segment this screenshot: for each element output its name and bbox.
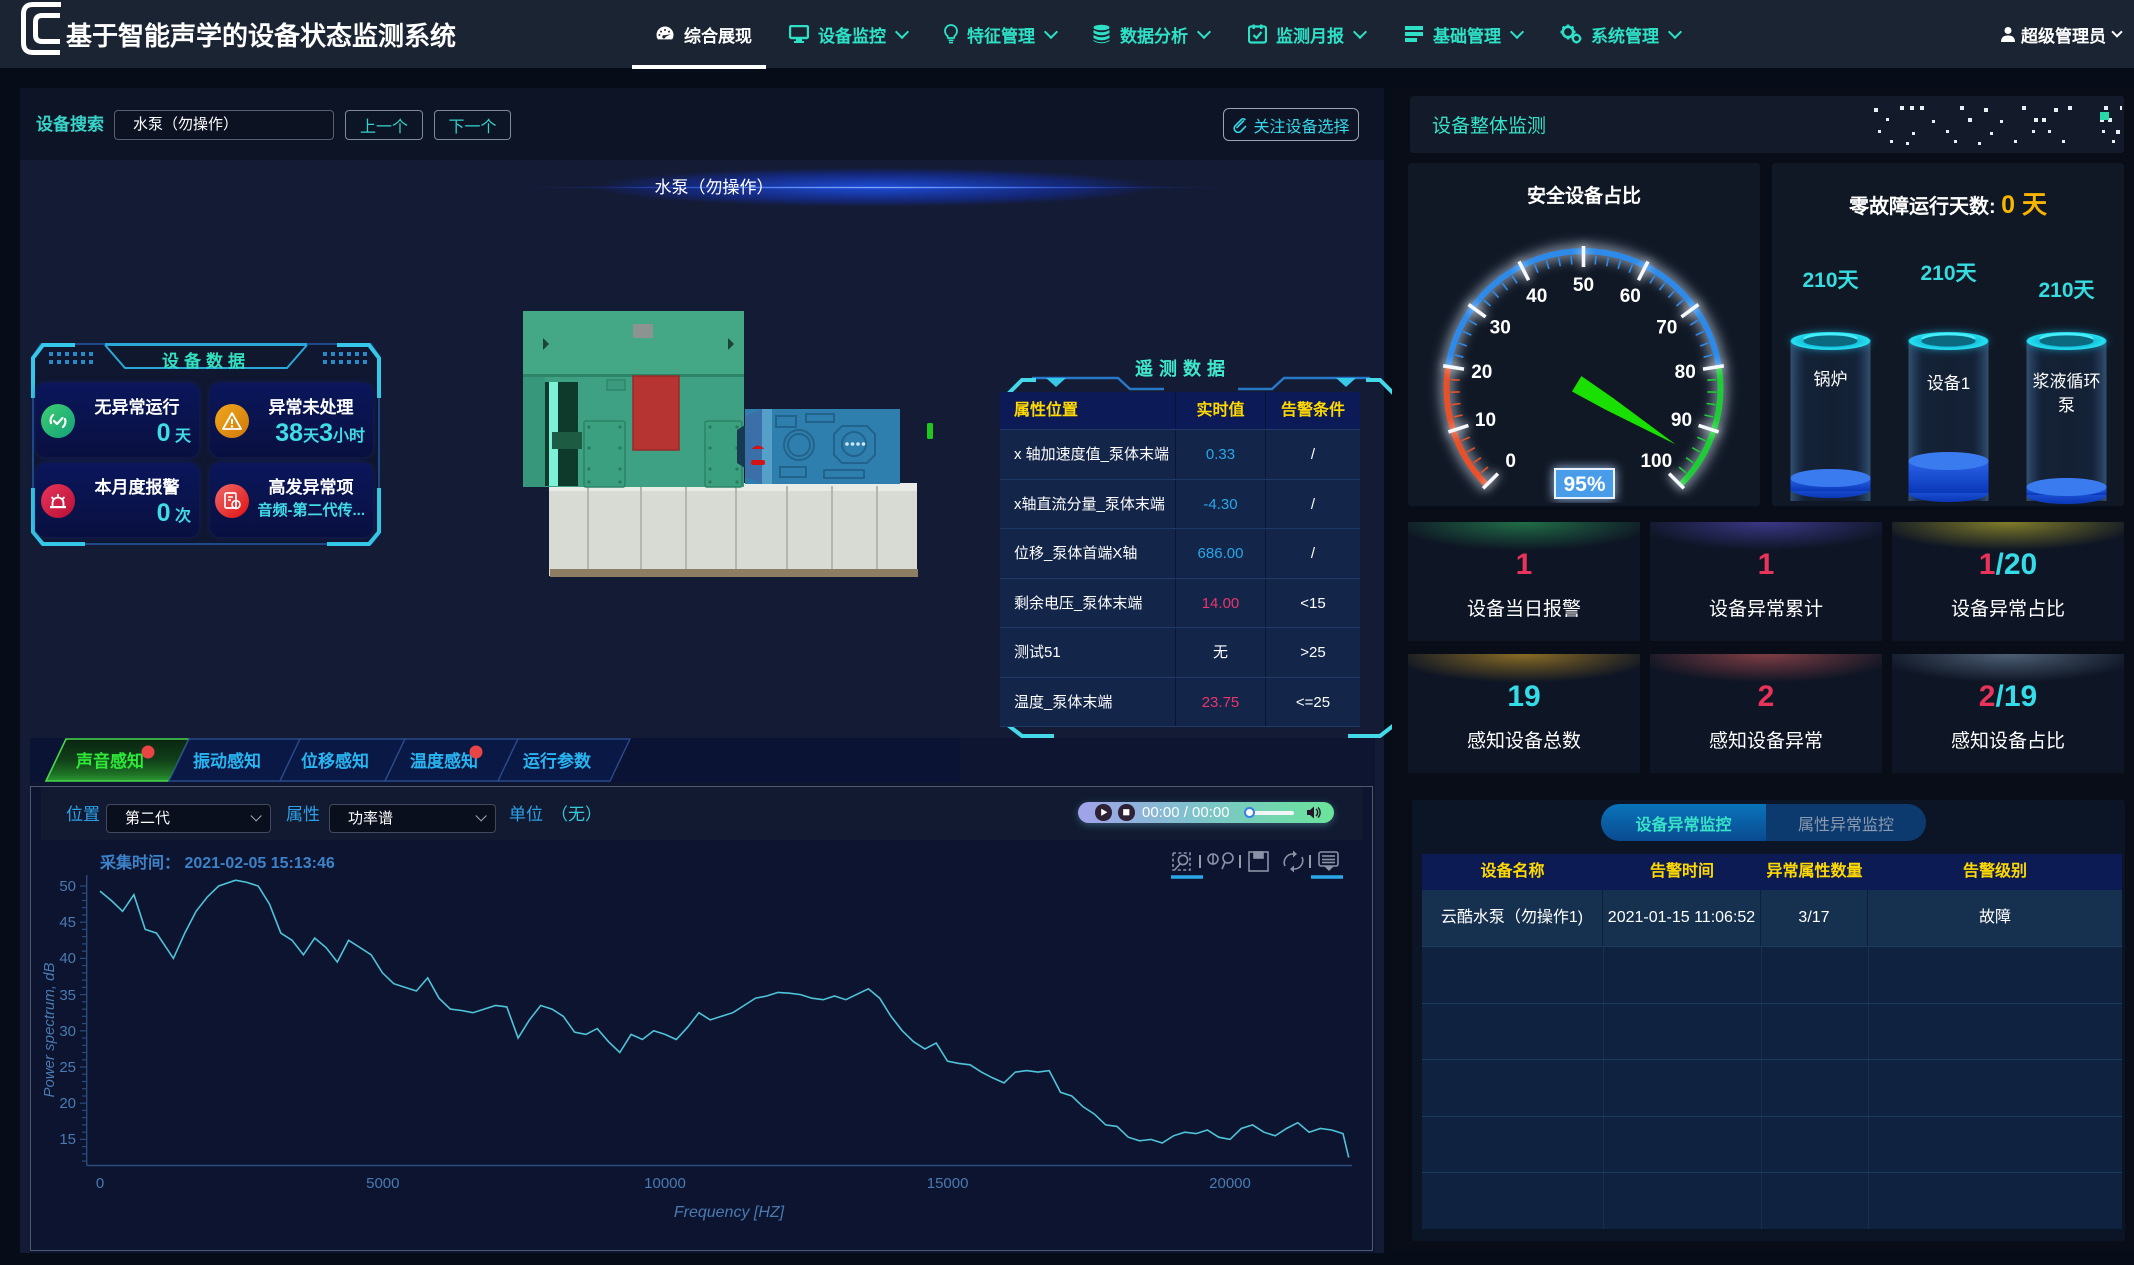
svg-text:振动感知: 振动感知 xyxy=(193,751,261,771)
svg-text:20000: 20000 xyxy=(1209,1175,1251,1192)
svg-text:10: 10 xyxy=(1475,410,1496,431)
svg-text:20: 20 xyxy=(1471,362,1492,383)
svg-text:运行参数: 运行参数 xyxy=(523,751,592,771)
svg-text:0: 0 xyxy=(96,1175,104,1192)
svg-text:温度感知: 温度感知 xyxy=(410,751,478,771)
svg-text:100: 100 xyxy=(1640,451,1672,472)
svg-text:210天: 210天 xyxy=(1802,269,1859,292)
svg-text:40: 40 xyxy=(1526,286,1547,307)
svg-text:45: 45 xyxy=(59,914,76,931)
svg-text:20: 20 xyxy=(59,1095,76,1112)
svg-text:60: 60 xyxy=(1620,286,1641,307)
svg-text:90: 90 xyxy=(1671,410,1692,431)
svg-text:35: 35 xyxy=(59,987,76,1004)
svg-text:210天: 210天 xyxy=(1920,262,1977,285)
svg-text:Power spectrum, dB: Power spectrum, dB xyxy=(41,962,58,1097)
svg-text:15: 15 xyxy=(59,1131,76,1148)
svg-text:泵: 泵 xyxy=(2058,396,2075,415)
svg-text:设备1: 设备1 xyxy=(1927,374,1970,393)
svg-text:15000: 15000 xyxy=(927,1175,969,1192)
svg-text:50: 50 xyxy=(59,878,76,895)
svg-text:声音感知: 声音感知 xyxy=(75,751,144,771)
svg-text:40: 40 xyxy=(59,950,76,967)
svg-text:30: 30 xyxy=(59,1023,76,1040)
svg-text:Frequency [HZ]: Frequency [HZ] xyxy=(674,1204,785,1221)
svg-text:70: 70 xyxy=(1656,318,1677,339)
svg-text:50: 50 xyxy=(1573,275,1594,296)
svg-text:95%: 95% xyxy=(1563,473,1605,496)
svg-text:10000: 10000 xyxy=(644,1175,686,1192)
svg-text:锅炉: 锅炉 xyxy=(1814,370,1848,389)
svg-text:25: 25 xyxy=(59,1059,76,1076)
svg-text:80: 80 xyxy=(1675,362,1696,383)
svg-text:30: 30 xyxy=(1490,318,1511,339)
svg-text:5000: 5000 xyxy=(366,1175,399,1192)
svg-text:浆液循环: 浆液循环 xyxy=(2033,372,2101,391)
svg-text:210天: 210天 xyxy=(2038,279,2095,302)
svg-text:位移感知: 位移感知 xyxy=(301,751,369,771)
svg-text:0: 0 xyxy=(1505,451,1516,472)
